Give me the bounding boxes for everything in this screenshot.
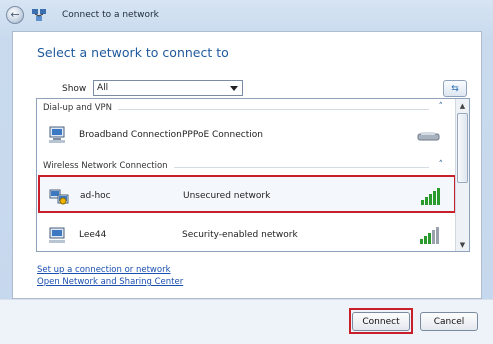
network-status: Unsecured network xyxy=(183,191,271,201)
group-header-wireless[interactable]: Wireless Network Connection ˄ xyxy=(37,159,455,173)
back-button[interactable]: ← xyxy=(6,6,24,24)
scroll-thumb[interactable] xyxy=(457,113,468,183)
network-row-broadband[interactable]: Broadband Connection PPPoE Connection xyxy=(39,116,453,154)
chevron-down-icon xyxy=(230,86,238,91)
network-list[interactable]: Dial-up and VPN ˄ Broadband Connection P… xyxy=(36,98,470,252)
content-panel: Select a network to connect to Show All … xyxy=(12,31,482,299)
scroll-down-icon[interactable]: ▼ xyxy=(456,238,469,251)
group-header-dialup[interactable]: Dial-up and VPN ˄ xyxy=(37,101,455,115)
network-computer-icon xyxy=(49,126,65,143)
network-status: PPPoE Connection xyxy=(182,130,263,140)
show-filter-dropdown[interactable]: All xyxy=(93,80,243,96)
signal-bars-icon xyxy=(421,188,440,205)
show-label: Show xyxy=(62,84,87,94)
network-icon xyxy=(32,9,46,21)
network-status: Security-enabled network xyxy=(182,230,298,240)
collapse-icon[interactable]: ˄ xyxy=(439,102,444,112)
refresh-icon: ⇆ xyxy=(451,83,459,94)
collapse-icon[interactable]: ˄ xyxy=(439,160,444,170)
window-title: Connect to a network xyxy=(62,10,159,20)
network-row-adhoc[interactable]: ad-hoc Unsecured network xyxy=(38,175,456,213)
show-filter-value: All xyxy=(97,83,109,93)
refresh-button[interactable]: ⇆ xyxy=(443,80,467,97)
adhoc-network-icon xyxy=(49,189,69,205)
network-name: ad-hoc xyxy=(80,191,111,201)
title-bar: ← Connect to a network xyxy=(0,0,493,30)
connect-button[interactable]: Connect xyxy=(352,312,410,331)
network-name: Broadband Connection xyxy=(79,130,182,140)
list-scrollbar[interactable]: ▲ ▼ xyxy=(455,99,469,251)
network-name: Lee44 xyxy=(79,230,107,240)
modem-icon xyxy=(417,132,440,141)
network-row-lee44[interactable]: Lee44 Security-enabled network xyxy=(39,216,453,251)
back-arrow-icon: ← xyxy=(10,8,20,21)
signal-bars-icon xyxy=(420,227,439,244)
network-sharing-center-link[interactable]: Open Network and Sharing Center xyxy=(37,277,183,287)
cancel-button[interactable]: Cancel xyxy=(420,312,478,331)
setup-connection-link[interactable]: Set up a connection or network xyxy=(37,265,171,275)
scroll-up-icon[interactable]: ▲ xyxy=(456,99,469,112)
wireless-network-icon xyxy=(49,227,65,243)
page-heading: Select a network to connect to xyxy=(37,45,229,60)
